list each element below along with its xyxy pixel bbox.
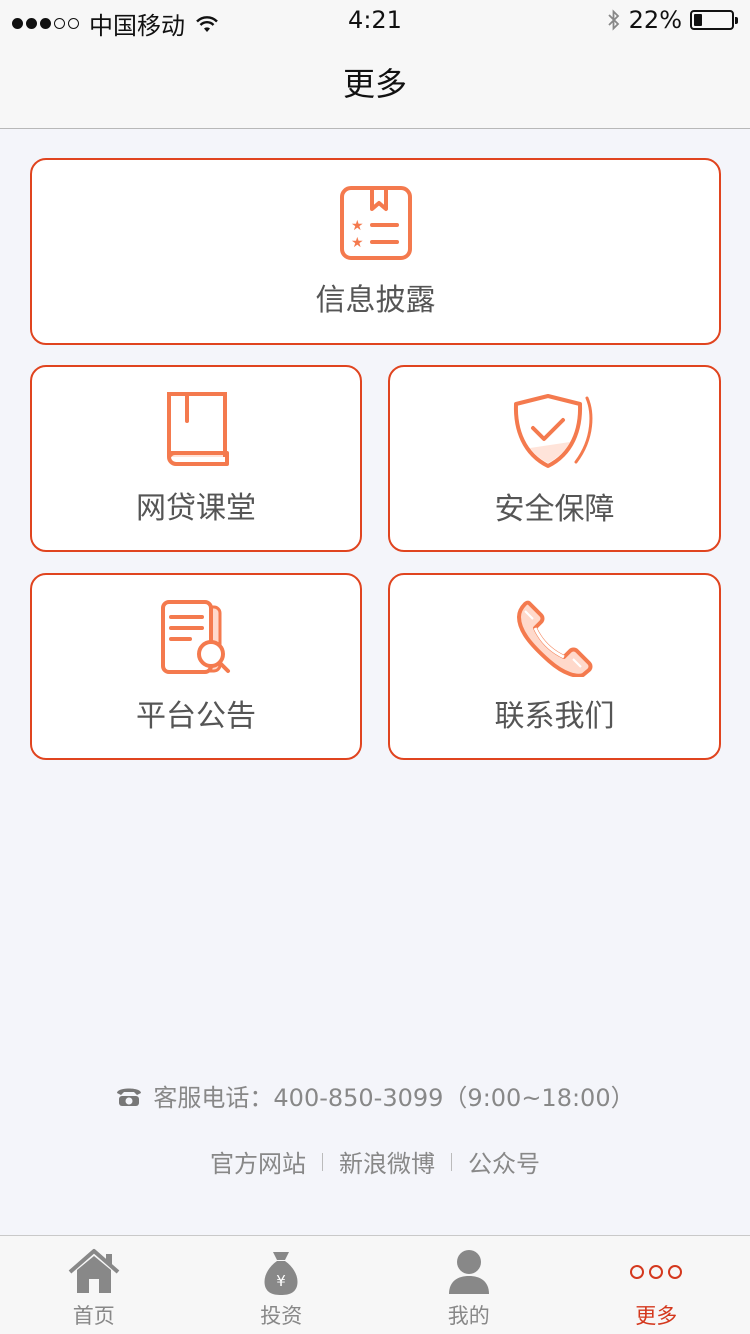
tab-home-label: 首页 [72, 1304, 115, 1328]
security-card[interactable]: 安全保障 [388, 365, 721, 552]
page-title: 更多 [0, 40, 750, 129]
contact-card[interactable]: 联系我们 [388, 573, 721, 760]
battery-level [694, 14, 702, 26]
telephone-icon [117, 1088, 142, 1106]
link-divider [322, 1152, 323, 1171]
hotline-text: 客服电话：400-850-3099（9:00~18:00） [153, 1084, 635, 1112]
tab-mine-label: 我的 [447, 1304, 490, 1328]
tab-more[interactable]: 更多 [563, 1236, 750, 1334]
svg-text:★: ★ [351, 218, 364, 234]
announcement-card[interactable]: 平台公告 [30, 573, 362, 760]
disclosure-card[interactable]: ★ ★ 信息披露 [30, 158, 721, 345]
money-bag-icon: ¥ [264, 1252, 298, 1295]
tab-mine[interactable]: 我的 [375, 1236, 563, 1334]
tab-invest[interactable]: ¥ 投资 [188, 1236, 376, 1334]
battery-icon [690, 10, 738, 30]
shield-check-icon [513, 393, 592, 468]
wechat-account-link[interactable]: 公众号 [468, 1144, 540, 1179]
book-icon [167, 391, 229, 466]
tab-more-label: 更多 [635, 1304, 678, 1328]
tab-bar: 首页 ¥ 投资 我的 更多 [0, 1235, 750, 1334]
classroom-card[interactable]: 网贷课堂 [30, 365, 362, 552]
svg-text:¥: ¥ [276, 1272, 286, 1290]
contact-label: 联系我们 [494, 698, 615, 734]
link-divider [451, 1152, 452, 1171]
classroom-label: 网贷课堂 [136, 490, 256, 526]
hotline[interactable]: 客服电话：400-850-3099（9:00~18:00） [0, 1078, 750, 1113]
tab-invest-label: 投资 [260, 1304, 303, 1328]
screen: 中国移动 4:21 22% 更多 ★ ★ 信息披露 网贷课堂 安全保障 平台公告… [0, 0, 750, 1334]
tab-home[interactable]: 首页 [0, 1236, 188, 1334]
official-site-link[interactable]: 官方网站 [210, 1144, 306, 1179]
phone-icon [516, 600, 592, 677]
battery-percent: 22% [628, 6, 682, 34]
status-right: 22% [607, 6, 738, 34]
footer-links: 官方网站 新浪微博 公众号 [0, 1144, 750, 1179]
home-icon [68, 1249, 120, 1293]
more-dots-icon [630, 1248, 683, 1296]
user-icon [448, 1250, 489, 1294]
disclosure-label: 信息披露 [315, 282, 436, 318]
svg-text:★: ★ [351, 235, 364, 251]
status-bar: 中国移动 4:21 22% [0, 0, 750, 40]
document-search-icon [161, 599, 230, 674]
security-label: 安全保障 [494, 491, 615, 527]
bluetooth-icon [608, 9, 619, 31]
disclosure-document-icon: ★ ★ [339, 185, 412, 260]
announcement-label: 平台公告 [136, 698, 256, 734]
weibo-link[interactable]: 新浪微博 [339, 1144, 435, 1179]
